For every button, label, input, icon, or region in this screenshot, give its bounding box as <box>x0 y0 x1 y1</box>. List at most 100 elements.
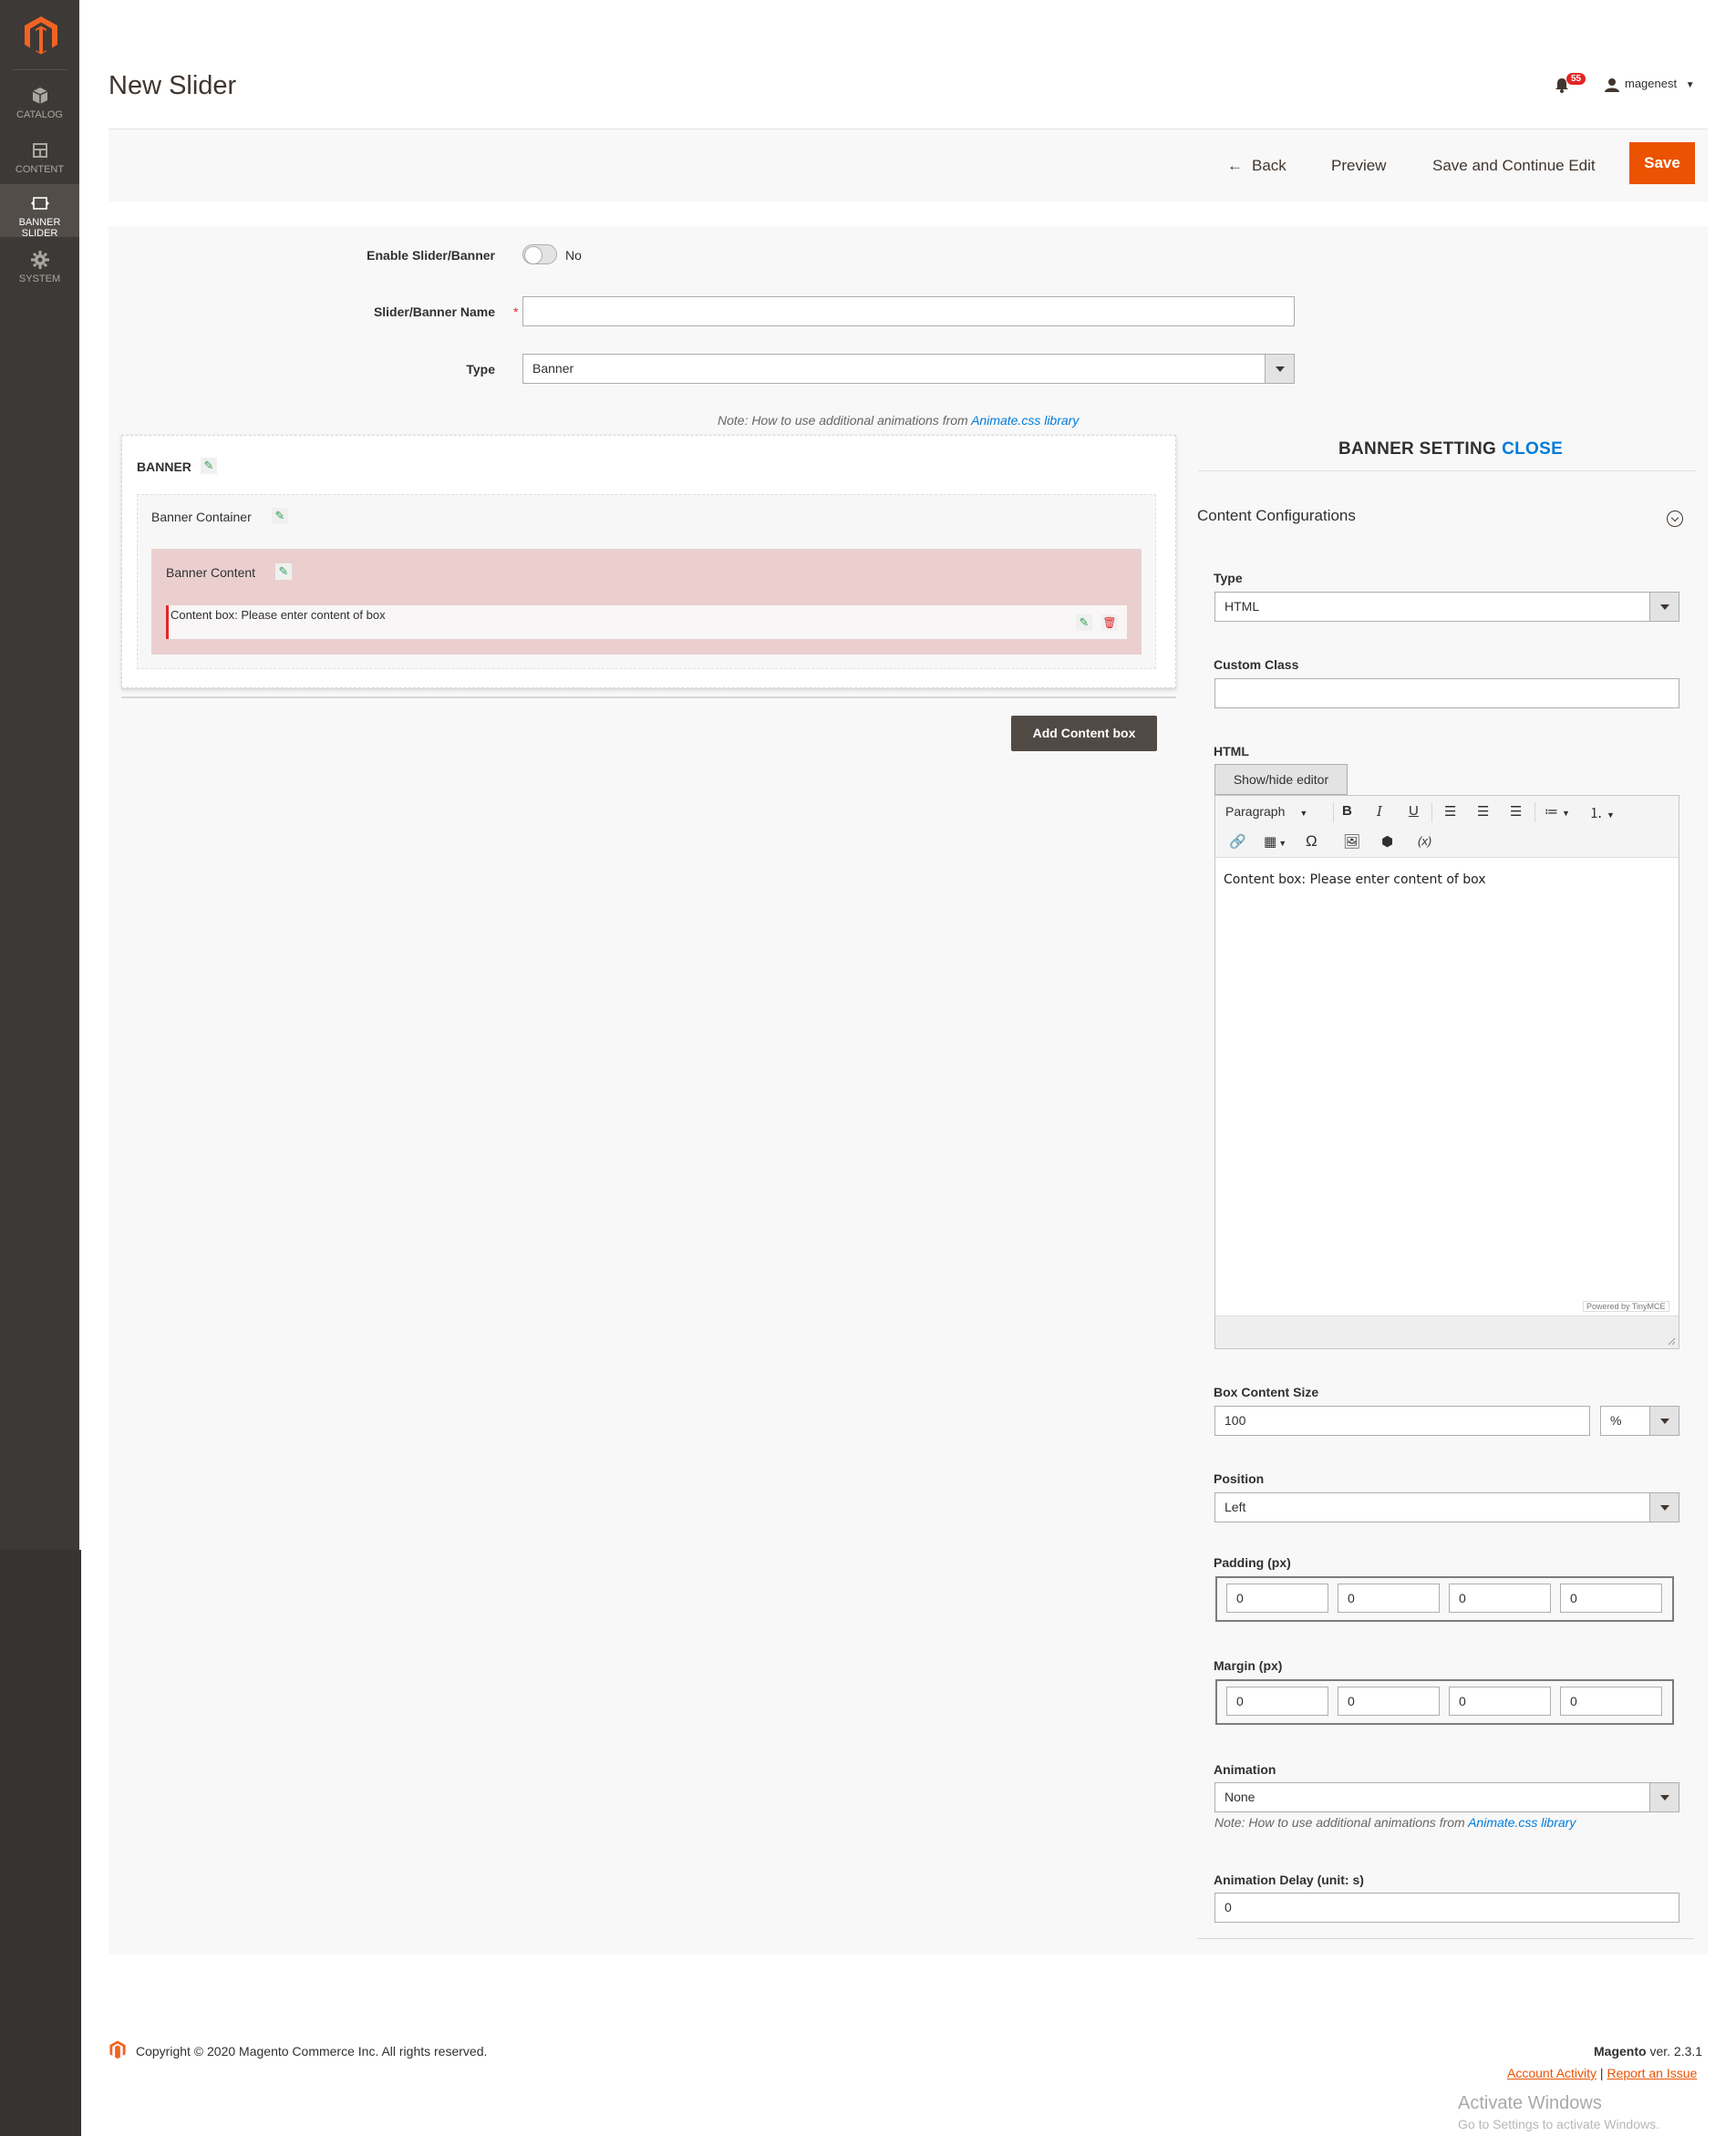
box-icon <box>32 88 47 104</box>
box-size-unit-value: % <box>1610 1413 1622 1428</box>
padding-label: Padding (px) <box>1214 1555 1291 1570</box>
type-value: Banner <box>532 361 574 376</box>
margin-right-input[interactable]: 0 <box>1338 1687 1440 1716</box>
special-char-icon[interactable]: Ω <box>1306 832 1318 851</box>
margin-bottom-input[interactable]: 0 <box>1449 1687 1551 1716</box>
report-issue-link[interactable]: Report an Issue <box>1607 2066 1697 2080</box>
chevron-down-icon <box>1649 1407 1679 1435</box>
position-label: Position <box>1214 1471 1265 1486</box>
animation-select[interactable]: None <box>1214 1782 1679 1812</box>
editor-statusbar <box>1215 1316 1679 1348</box>
sidebar-item-catalog[interactable]: CATALOG <box>0 77 79 129</box>
activate-windows-subtitle: Go to Settings to activate Windows. <box>1458 2117 1659 2131</box>
animation-help-note: Note: How to use additional animations f… <box>1214 1815 1576 1830</box>
italic-icon[interactable]: I <box>1377 803 1382 820</box>
builder-divider <box>121 695 1176 698</box>
collapse-toggle-icon[interactable] <box>1667 511 1683 527</box>
animation-label: Animation <box>1214 1762 1276 1777</box>
position-select[interactable]: Left <box>1214 1492 1679 1522</box>
settings-type-value: HTML <box>1224 599 1260 614</box>
custom-class-input[interactable] <box>1214 678 1679 708</box>
add-content-box-button[interactable]: Add Content box <box>1011 716 1157 751</box>
link-icon[interactable]: 🔗 <box>1229 833 1246 850</box>
toolbar-separator <box>1431 802 1432 822</box>
toolbar-separator <box>1534 802 1535 822</box>
banner-container-title: Banner Container <box>151 510 252 524</box>
show-hide-editor-button[interactable]: Show/hide editor <box>1214 764 1348 795</box>
edit-item-pencil-icon[interactable]: ✎ <box>1076 614 1092 631</box>
slider-name-input[interactable] <box>522 296 1295 326</box>
position-value: Left <box>1224 1500 1246 1514</box>
content-configurations-title[interactable]: Content Configurations <box>1197 507 1356 525</box>
close-settings-link[interactable]: CLOSE <box>1502 439 1563 459</box>
toolbar-separator <box>1333 802 1334 822</box>
numbered-list-icon[interactable]: ⒈ ▼ <box>1589 803 1615 822</box>
delay-input[interactable]: 0 <box>1214 1893 1679 1923</box>
resize-handle-icon[interactable] <box>1667 1336 1676 1346</box>
copyright: Copyright © 2020 Magento Commerce Inc. A… <box>136 2044 488 2059</box>
required-marker: * <box>513 304 519 319</box>
layout-icon <box>32 143 47 158</box>
box-size-unit-select[interactable]: % <box>1600 1406 1679 1436</box>
chevron-down-icon <box>1649 593 1679 621</box>
padding-top-input[interactable]: 0 <box>1226 1584 1328 1613</box>
align-right-icon[interactable]: ☰ <box>1510 803 1522 820</box>
save-continue-button[interactable]: Save and Continue Edit <box>1432 157 1596 175</box>
underline-icon[interactable]: U <box>1409 803 1419 819</box>
edit-content-pencil-icon[interactable]: ✎ <box>275 563 292 580</box>
sidebar-item-label: CONTENT <box>15 164 65 175</box>
animation-note: Note: How to use additional animations f… <box>718 413 1080 428</box>
back-button[interactable]: ← Back <box>1227 157 1286 175</box>
align-left-icon[interactable]: ☰ <box>1444 803 1456 820</box>
banner-setting-title: BANNER SETTING CLOSE <box>1338 439 1564 459</box>
animate-css-link[interactable]: Animate.css library <box>971 413 1079 428</box>
image-icon[interactable]: 🖼 <box>1343 833 1360 850</box>
chevron-down-icon: ▼ <box>1299 809 1308 818</box>
variable-icon[interactable]: (x) <box>1418 834 1431 848</box>
margin-label: Margin (px) <box>1214 1658 1283 1673</box>
name-label: Slider/Banner Name <box>373 304 495 319</box>
magento-logo[interactable] <box>22 15 60 55</box>
footer-links: Account Activity | Report an Issue <box>1507 2066 1698 2080</box>
trash-icon[interactable]: 🗑 <box>1101 614 1118 631</box>
enable-toggle[interactable] <box>522 244 557 264</box>
panel-divider <box>1198 470 1696 471</box>
padding-right-input[interactable]: 0 <box>1338 1584 1440 1613</box>
powered-by-tinymce[interactable]: Powered by TinyMCE <box>1583 1301 1669 1312</box>
editor-content[interactable]: Content box: Please enter content of box <box>1224 872 1486 887</box>
type-select[interactable]: Banner <box>522 354 1295 384</box>
banner-title: BANNER <box>137 459 191 474</box>
bullet-list-icon[interactable]: ≔ ▼ <box>1545 803 1570 820</box>
notifications-badge[interactable]: 55 <box>1566 73 1586 85</box>
margin-top-input[interactable]: 0 <box>1226 1687 1328 1716</box>
margin-left-input[interactable]: 0 <box>1560 1687 1662 1716</box>
arrow-left-icon: ← <box>1227 157 1243 174</box>
widget-icon[interactable]: ⬢ <box>1381 833 1393 850</box>
preview-button[interactable]: Preview <box>1331 157 1386 175</box>
sidebar-item-content[interactable]: CONTENT <box>0 131 79 184</box>
box-size-input[interactable]: 100 <box>1214 1406 1590 1436</box>
save-button[interactable]: Save <box>1629 142 1695 184</box>
sidebar-item-banner-slider[interactable]: BANNER SLIDER <box>0 184 79 239</box>
user-icon <box>1605 77 1619 92</box>
edit-container-pencil-icon[interactable]: ✎ <box>272 508 288 524</box>
gear-icon <box>30 251 49 269</box>
user-name: magenest <box>1625 77 1678 90</box>
account-activity-link[interactable]: Account Activity <box>1507 2066 1596 2080</box>
settings-type-select[interactable]: HTML <box>1214 592 1679 622</box>
bold-icon[interactable]: B <box>1342 803 1352 819</box>
table-icon[interactable]: ▦ ▼ <box>1264 833 1286 850</box>
chevron-down-icon <box>1265 355 1294 383</box>
logo-divider <box>13 69 67 70</box>
align-center-icon[interactable]: ☰ <box>1477 803 1489 820</box>
type-label: Type <box>466 362 495 377</box>
edit-banner-pencil-icon[interactable]: ✎ <box>201 458 217 474</box>
padding-left-input[interactable]: 0 <box>1560 1584 1662 1613</box>
page-title: New Slider <box>108 71 237 100</box>
animate-css-link[interactable]: Animate.css library <box>1468 1815 1576 1830</box>
padding-bottom-input[interactable]: 0 <box>1449 1584 1551 1613</box>
user-menu[interactable]: magenest ▼ <box>1605 77 1695 92</box>
enable-label: Enable Slider/Banner <box>367 248 495 263</box>
paragraph-format-select[interactable]: Paragraph ▼ <box>1225 804 1307 819</box>
sidebar-item-system[interactable]: SYSTEM <box>0 241 79 294</box>
